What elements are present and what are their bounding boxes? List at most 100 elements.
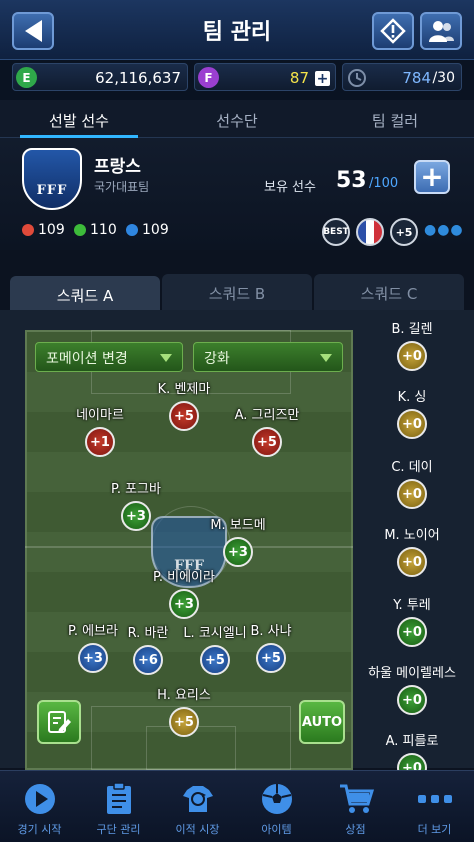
player-name: K. 벤제마 — [157, 382, 211, 397]
owned-players-value: 53 — [336, 168, 367, 193]
green-dot-icon — [74, 224, 86, 236]
bench-player-name: Y. 투레 — [393, 598, 431, 613]
more-icon — [417, 781, 453, 817]
player-level-badge: +3 — [169, 589, 199, 619]
squad-tabs: 스쿼드 A 스쿼드 B 스쿼드 C — [0, 264, 474, 312]
bench-player[interactable]: M. 노이어 +0 — [372, 524, 452, 577]
player-slot-cdm[interactable]: P. 비에이라 +3 — [134, 566, 234, 619]
nav-items[interactable]: 아이템 — [237, 771, 316, 842]
edit-squad-button[interactable] — [37, 700, 81, 744]
play-icon — [22, 781, 58, 817]
main-tabs: 선발 선수 선수단 팀 컬러 — [0, 100, 474, 138]
upgrade-dropdown[interactable]: 강화 — [193, 342, 343, 372]
add-f-currency-button[interactable]: + — [315, 71, 330, 86]
player-name: P. 포그바 — [111, 482, 161, 497]
bench-player-level: +0 — [397, 547, 427, 577]
nav-more[interactable]: 더 보기 — [395, 771, 474, 842]
add-players-button[interactable]: + — [414, 160, 450, 194]
dropdown-arrow-icon — [160, 354, 172, 362]
attack-stat: 109 — [22, 222, 65, 238]
e-currency-box: E 62,116,637 — [12, 63, 188, 91]
nav-label: 경기 시작 — [17, 823, 62, 836]
player-slot-lw[interactable]: 네이마르 +1 — [50, 404, 150, 457]
page-title: 팀 관리 — [202, 20, 272, 45]
player-level-badge: +6 — [133, 645, 163, 675]
tab-squad-a[interactable]: 스쿼드 A — [10, 276, 160, 312]
formation-dropdown[interactable]: 포메이션 변경 — [35, 342, 183, 372]
nav-match-start[interactable]: 경기 시작 — [0, 771, 79, 842]
nav-label: 더 보기 — [417, 823, 452, 836]
player-level-badge: +3 — [223, 537, 253, 567]
defense-stat: 109 — [126, 222, 169, 238]
player-name: H. 요리스 — [157, 688, 211, 703]
pitch: FFF 포메이션 변경 강화 K. 벤제마 +5 네이마르 +1 A. 그리즈만… — [25, 330, 353, 770]
player-name: A. 그리즈만 — [234, 408, 300, 423]
team-name: 프랑스 — [94, 157, 141, 177]
soccer-ball-icon — [259, 781, 295, 817]
player-level-badge: +5 — [169, 401, 199, 431]
player-slot-rw[interactable]: A. 그리즈만 +5 — [217, 404, 317, 457]
dropdown-arrow-icon — [320, 354, 332, 362]
back-button[interactable] — [12, 12, 54, 50]
bench-player[interactable]: K. 싱 +0 — [372, 386, 452, 439]
nav-label: 상점 — [345, 823, 366, 836]
player-slot-rb[interactable]: B. 사냐 +5 — [221, 620, 321, 673]
midfield-stat-value: 110 — [90, 222, 117, 238]
player-level-badge: +1 — [85, 427, 115, 457]
bench-player-level: +0 — [397, 685, 427, 715]
nav-label: 구단 관리 — [96, 823, 141, 836]
f-currency-icon: F — [198, 67, 219, 88]
nav-shop[interactable]: 상점 — [316, 771, 395, 842]
bottom-nav: 경기 시작 구단 관리 이적 시장 아이템 상점 더 보기 — [0, 770, 474, 842]
squad-area: FFF 포메이션 변경 강화 K. 벤제마 +5 네이마르 +1 A. 그리즈만… — [0, 310, 474, 783]
edit-note-icon — [48, 711, 71, 733]
bench-player[interactable]: C. 데이 +0 — [372, 456, 452, 509]
bench-player-name: B. 길렌 — [391, 322, 433, 337]
bench-player-level: +0 — [397, 479, 427, 509]
currency-bar: E 62,116,637 F 87 + 784 /30 — [0, 60, 474, 100]
tab-roster[interactable]: 선수단 — [158, 110, 316, 131]
f-currency-box: F 87 + — [194, 63, 336, 91]
france-flag-badge[interactable] — [356, 218, 384, 246]
player-name: P. 비에이라 — [153, 570, 215, 585]
nav-transfer-market[interactable]: 이적 시장 — [158, 771, 237, 842]
notice-button[interactable] — [372, 12, 414, 50]
f-currency-value: 87 — [289, 69, 309, 87]
tab-team-color[interactable]: 팀 컬러 — [316, 110, 474, 131]
tab-starting-players[interactable]: 선발 선수 — [0, 110, 158, 131]
player-name: 네이마르 — [76, 408, 124, 423]
cart-icon — [338, 781, 374, 817]
formation-label: 포메이션 변경 — [46, 351, 128, 367]
transfer-shirt-icon — [180, 781, 216, 817]
profile-button[interactable] — [420, 12, 462, 50]
bench-player-level: +0 — [397, 409, 427, 439]
tab-squad-c[interactable]: 스쿼드 C — [314, 274, 464, 310]
player-level-badge: +5 — [256, 643, 286, 673]
alert-icon — [380, 18, 406, 44]
clock-icon — [348, 69, 366, 87]
auto-label: AUTO — [301, 714, 343, 730]
plus-level-badge[interactable]: +5 — [390, 218, 418, 246]
bench-player[interactable]: 하울 메이렐레스 +0 — [356, 662, 468, 715]
more-badges-icon[interactable]: ●●● — [424, 222, 464, 238]
midfield-stat: 110 — [74, 222, 117, 238]
player-slot-gk[interactable]: H. 요리스 +5 — [134, 684, 234, 737]
attack-stat-value: 109 — [38, 222, 65, 238]
energy-box: 784 /30 — [342, 63, 462, 91]
bench-player-name: C. 데이 — [391, 460, 433, 475]
player-level-badge: +5 — [169, 707, 199, 737]
player-slot-cm-right[interactable]: M. 보드메 +3 — [188, 514, 288, 567]
player-name: B. 사냐 — [250, 624, 292, 639]
best-players-badge[interactable]: BEST — [322, 218, 350, 246]
auto-arrange-button[interactable]: AUTO — [299, 700, 345, 744]
nav-club-management[interactable]: 구단 관리 — [79, 771, 158, 842]
bench-player[interactable]: B. 길렌 +0 — [372, 318, 452, 371]
player-slot-cm-left[interactable]: P. 포그바 +3 — [86, 478, 186, 531]
team-panel: FFF 프랑스 국가대표팀 보유 선수 53 /100 + 109 110 10… — [0, 138, 474, 250]
player-level-badge: +3 — [121, 501, 151, 531]
upgrade-label: 강화 — [204, 351, 230, 367]
bench-player[interactable]: Y. 투레 +0 — [372, 594, 452, 647]
crest-text: FFF — [36, 183, 68, 198]
tab-squad-b[interactable]: 스쿼드 B — [162, 274, 312, 310]
clipboard-icon — [101, 781, 137, 817]
